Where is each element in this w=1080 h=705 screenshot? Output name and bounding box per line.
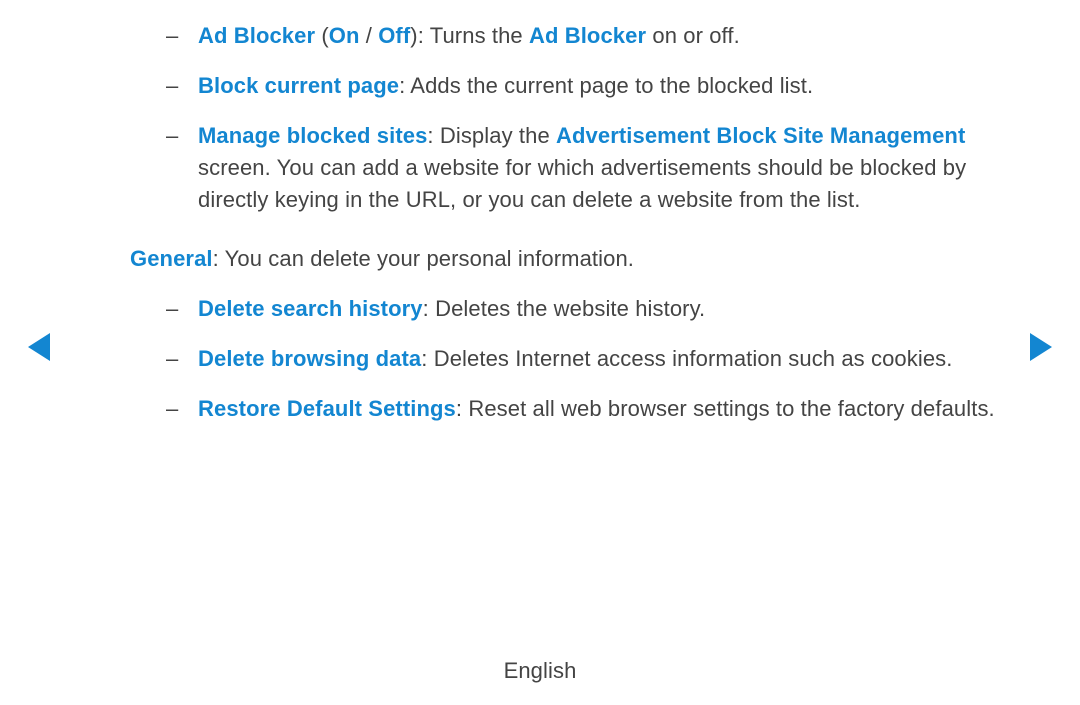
text: / (360, 23, 379, 48)
section-label: General (130, 246, 213, 271)
item-desc: : Adds the current page to the blocked l… (399, 73, 813, 98)
item-label: Delete browsing data (198, 346, 421, 371)
item-desc: : Deletes Internet access information su… (421, 346, 952, 371)
bullet-dash: – (166, 70, 178, 102)
list-item: – Ad Blocker (On / Off): Turns the Ad Bl… (150, 20, 1000, 52)
bullet-dash: – (166, 393, 178, 425)
text: ( (315, 23, 329, 48)
item-desc: : Display the (427, 123, 556, 148)
list-item: – Block current page: Adds the current p… (150, 70, 1000, 102)
previous-page-button[interactable] (28, 333, 50, 361)
item-label: Manage blocked sites (198, 123, 427, 148)
item-label: Block current page (198, 73, 399, 98)
list-item: – Manage blocked sites: Display the Adve… (150, 120, 1000, 216)
list-item: – Restore Default Settings: Reset all we… (150, 393, 1000, 425)
item-desc: : Deletes the website history. (423, 296, 706, 321)
option-off: Off (378, 23, 410, 48)
item-label: Ad Blocker (198, 23, 315, 48)
section-desc: : You can delete your personal informati… (213, 246, 634, 271)
help-content: – Ad Blocker (On / Off): Turns the Ad Bl… (150, 20, 1000, 443)
item-desc: screen. You can add a website for which … (198, 155, 966, 212)
item-desc: : Reset all web browser settings to the … (456, 396, 995, 421)
bullet-dash: – (166, 343, 178, 375)
list-item: – Delete search history: Deletes the web… (150, 293, 1000, 325)
inline-term: Ad Blocker (529, 23, 646, 48)
item-desc: on or off. (646, 23, 740, 48)
item-desc: : Turns the (418, 23, 529, 48)
next-page-button[interactable] (1030, 333, 1052, 361)
text: ) (410, 23, 417, 48)
bullet-dash: – (166, 20, 178, 52)
bullet-dash: – (166, 293, 178, 325)
item-label: Delete search history (198, 296, 423, 321)
inline-term: Advertisement Block Site Management (556, 123, 965, 148)
item-label: Restore Default Settings (198, 396, 456, 421)
option-on: On (329, 23, 360, 48)
section-heading: General: You can delete your personal in… (130, 243, 1000, 275)
language-indicator: English (0, 655, 1080, 687)
list-item: – Delete browsing data: Deletes Internet… (150, 343, 1000, 375)
bullet-dash: – (166, 120, 178, 152)
